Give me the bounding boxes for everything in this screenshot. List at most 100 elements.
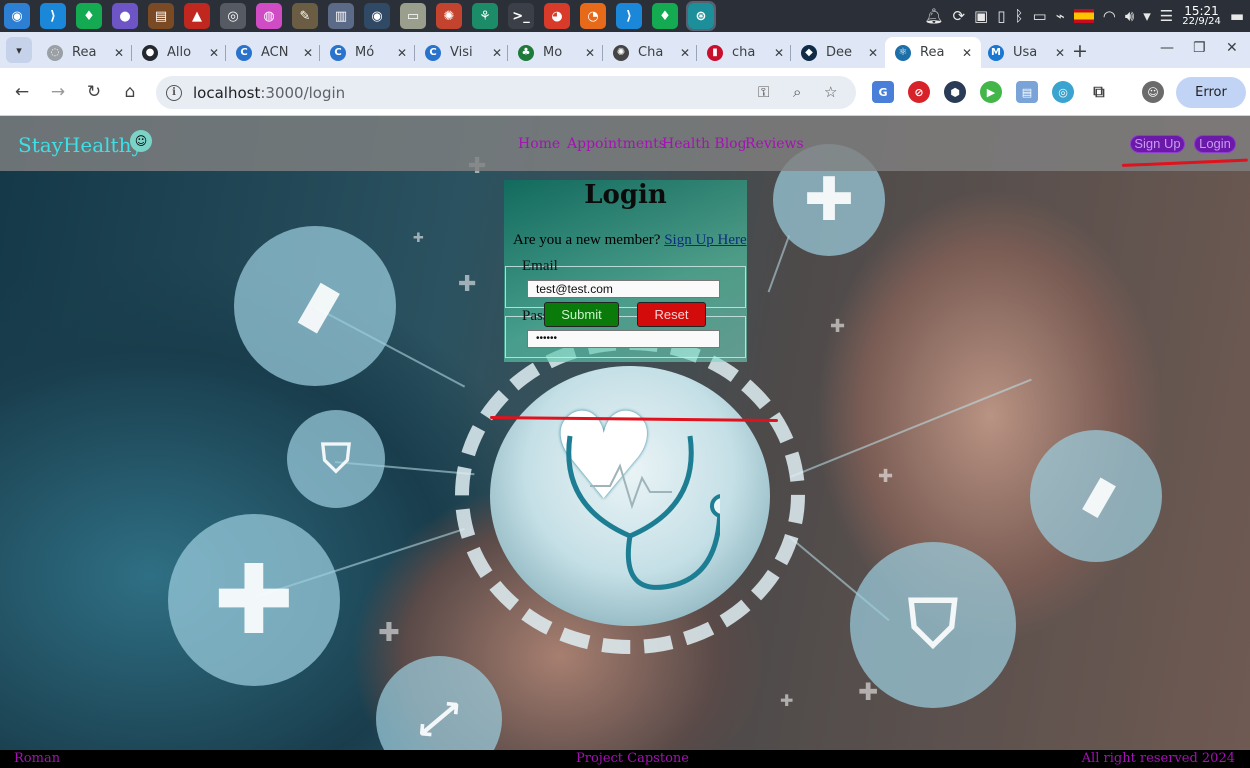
- reset-button[interactable]: Reset: [637, 302, 706, 327]
- medical-cross-icon: ✚: [213, 544, 295, 656]
- tab-title: Cha: [638, 45, 664, 60]
- medicine-bottle-icon: ⛉: [908, 585, 958, 663]
- vscode-icon-2[interactable]: ⟩: [616, 3, 642, 29]
- submit-button[interactable]: Submit: [544, 302, 619, 327]
- bandage-bubble-right: ▬: [1030, 430, 1162, 562]
- close-window-icon[interactable]: ✕: [1226, 40, 1238, 56]
- system-clock[interactable]: 15:21 22/9/24: [1182, 5, 1221, 27]
- url-text[interactable]: localhost:3000/login: [193, 84, 345, 102]
- sparkle-icon: ✚: [458, 272, 477, 297]
- gimp-icon[interactable]: ✎: [292, 3, 318, 29]
- notification-bell-icon[interactable]: 🔔︎: [924, 8, 943, 24]
- id-card-extension-icon[interactable]: ▤: [1016, 81, 1038, 103]
- git-icon[interactable]: ⚘: [472, 3, 498, 29]
- chrome-icon[interactable]: ◕: [544, 3, 570, 29]
- browser-tab[interactable]: C Visi ✕: [414, 37, 511, 68]
- terminal-icon[interactable]: >_: [508, 3, 534, 29]
- login-button[interactable]: Login: [1194, 135, 1236, 153]
- close-tab-icon[interactable]: ✕: [303, 46, 313, 60]
- battery-icon[interactable]: ▯: [997, 8, 1005, 24]
- browser-tab[interactable]: ⚛ Rea ✕: [885, 37, 981, 68]
- forward-arrow-icon[interactable]: →: [46, 80, 70, 104]
- close-tab-icon[interactable]: ✕: [962, 46, 972, 60]
- close-tab-icon[interactable]: ✕: [585, 46, 595, 60]
- volume-icon[interactable]: 🔊︎: [1125, 8, 1134, 24]
- new-tab-button[interactable]: +: [1072, 40, 1088, 62]
- photos-icon[interactable]: ✺: [436, 3, 462, 29]
- keyboard-layout-flag-icon[interactable]: [1073, 9, 1094, 23]
- planet-icon[interactable]: ●: [112, 3, 138, 29]
- close-tab-icon[interactable]: ✕: [774, 46, 784, 60]
- usb-icon[interactable]: ⌁: [1056, 8, 1065, 24]
- close-tab-icon[interactable]: ✕: [868, 46, 878, 60]
- signup-button[interactable]: Sign Up: [1130, 135, 1185, 153]
- close-tab-icon[interactable]: ✕: [397, 46, 407, 60]
- email-field[interactable]: test@test.com: [527, 280, 720, 298]
- minimize-icon[interactable]: —: [1160, 40, 1174, 56]
- archive-icon[interactable]: ▥: [328, 3, 354, 29]
- play-extension-icon[interactable]: ▶: [980, 81, 1002, 103]
- mongodb-icon-2[interactable]: ♦: [652, 3, 678, 29]
- display-icon[interactable]: ▭: [1033, 8, 1047, 24]
- brand-name[interactable]: StayHealthy: [18, 133, 143, 157]
- app-launcher-icon[interactable]: ◉: [4, 3, 30, 29]
- firefox-icon[interactable]: ◔: [580, 3, 606, 29]
- bandage-icon: ▬: [270, 263, 360, 349]
- bluetooth-icon[interactable]: ᛒ: [1014, 8, 1023, 24]
- password-field[interactable]: ••••••: [527, 330, 720, 348]
- close-tab-icon[interactable]: ✕: [1055, 46, 1065, 60]
- address-bar[interactable]: i localhost:3000/login ⚿ ⌕ ☆: [156, 76, 856, 109]
- back-arrow-icon[interactable]: ←: [10, 80, 34, 104]
- mongodb-icon[interactable]: ♦: [76, 3, 102, 29]
- triangle-app-icon[interactable]: ▲: [184, 3, 210, 29]
- disc-icon[interactable]: ◉: [364, 3, 390, 29]
- block-extension-icon[interactable]: ⊘: [908, 81, 930, 103]
- signup-here-link[interactable]: Sign Up Here: [664, 232, 747, 248]
- home-icon[interactable]: ⌂: [118, 80, 142, 104]
- profile-error-button[interactable]: Error: [1176, 77, 1246, 108]
- wifi-icon[interactable]: ◠: [1103, 8, 1116, 24]
- clipboard-icon[interactable]: ▣: [974, 8, 988, 24]
- nav-link-home[interactable]: Home: [518, 136, 560, 152]
- aperture-icon[interactable]: ◎: [220, 3, 246, 29]
- browser-tab[interactable]: ♣ Mo ✕: [507, 37, 604, 68]
- browser-tab[interactable]: ▮ cha ✕: [696, 37, 793, 68]
- password-key-icon[interactable]: ⚿: [758, 83, 769, 101]
- close-tab-icon[interactable]: ✕: [680, 46, 690, 60]
- close-tab-icon[interactable]: ✕: [114, 46, 124, 60]
- vscode-icon[interactable]: ⟩: [40, 3, 66, 29]
- hex-extension-icon[interactable]: ⬢: [944, 81, 966, 103]
- book-icon[interactable]: ▤: [148, 3, 174, 29]
- updates-icon[interactable]: ⟳: [952, 8, 965, 24]
- nav-link-appointments[interactable]: Appointments: [567, 136, 666, 152]
- reload-icon[interactable]: ↻: [82, 80, 106, 104]
- tab-search-button[interactable]: ▾: [6, 37, 32, 63]
- bookmark-star-icon[interactable]: ☆: [824, 83, 837, 101]
- zoom-icon[interactable]: ⌕: [793, 83, 801, 101]
- browser-tab[interactable]: ◌ Rea ✕: [37, 37, 133, 68]
- translate-extension-icon[interactable]: G: [872, 81, 894, 103]
- screenshot-app-icon[interactable]: ⊛: [686, 1, 716, 31]
- restore-icon[interactable]: ❐: [1193, 40, 1206, 56]
- browser-tab[interactable]: ◆ Dee ✕: [790, 37, 887, 68]
- notes-icon[interactable]: ☰: [1160, 8, 1173, 24]
- show-desktop-icon[interactable]: ▬: [1230, 8, 1244, 24]
- profile-avatar-icon[interactable]: ☺: [1142, 81, 1164, 103]
- close-tab-icon[interactable]: ✕: [492, 46, 502, 60]
- sparkle-icon: ✚: [858, 678, 879, 706]
- nav-link-reviews[interactable]: Reviews: [745, 136, 804, 152]
- close-tab-icon[interactable]: ✕: [209, 46, 219, 60]
- browser-tab[interactable]: ✺ Cha ✕: [602, 37, 699, 68]
- doctor-avatar-icon: ☺: [130, 130, 152, 152]
- circle-extension-icon[interactable]: ◎: [1052, 81, 1074, 103]
- color-wheel-icon[interactable]: ◍: [256, 3, 282, 29]
- extensions-puzzle-icon[interactable]: ⧉: [1088, 81, 1110, 103]
- browser-tab[interactable]: ● Allo ✕: [131, 37, 228, 68]
- browser-tab[interactable]: M Usa ✕: [978, 37, 1074, 68]
- browser-tab[interactable]: C ACN ✕: [225, 37, 322, 68]
- tray-expand-icon[interactable]: ▾: [1143, 8, 1151, 24]
- files-icon[interactable]: ▭: [400, 3, 426, 29]
- browser-tab[interactable]: C Mó ✕: [319, 37, 416, 68]
- site-info-icon[interactable]: i: [166, 84, 182, 101]
- nav-link-health-blog[interactable]: Health Blog: [662, 136, 747, 152]
